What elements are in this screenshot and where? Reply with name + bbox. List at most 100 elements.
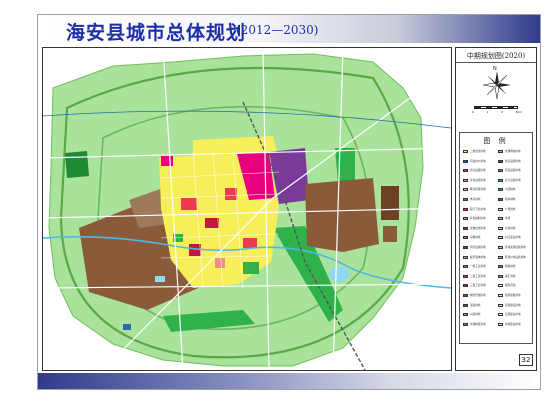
legend-label: 中期建设用地 (505, 322, 521, 326)
legend-swatch (498, 178, 503, 182)
legend: 图 例 二类居住用地 行政办公用地商业设施用地文化设施用地 教育科研用地 体育用地医疗… (459, 132, 533, 344)
legend-swatch (463, 198, 468, 201)
legend-item: 中期建设用地 (498, 322, 521, 327)
legend-swatch (463, 178, 468, 182)
legend-item: 铁路用地 (463, 303, 480, 308)
legend-label: 体育用地 (470, 198, 481, 201)
legend-item: 规划范围 (498, 283, 515, 288)
legend-label: 区域公用设施用地 (505, 255, 526, 259)
legend-label: 交通枢纽用地 (470, 322, 486, 326)
legend-item: 一类工业用地 (463, 264, 486, 269)
scale-label: 2 (500, 110, 503, 114)
legend-item: 三类工业用地 (463, 283, 486, 288)
legend-swatch (463, 150, 468, 153)
administrative-block (161, 156, 173, 166)
north-label: N (493, 66, 497, 72)
legend-label: 医疗卫生用地 (470, 207, 486, 211)
legend-label: 宗教用地 (470, 236, 481, 240)
legend-label: 社会福利用地 (470, 217, 486, 221)
legend-label: 二类居住用地 (470, 150, 486, 153)
legend-swatch (463, 207, 468, 211)
legend-swatch (463, 284, 468, 288)
legend-swatch (498, 303, 503, 307)
legend-item: 商业设施用地 (463, 168, 486, 173)
legend-label: 文化设施用地 (470, 178, 486, 182)
legend-item: 社会福利用地 (463, 216, 486, 221)
legend-label: 采矿用地 (505, 274, 516, 278)
legend-swatch (463, 246, 468, 249)
legend-item: 二类工业用地 (463, 274, 486, 279)
bottom-band (38, 373, 540, 389)
legend-label: 商务设施用地 (470, 246, 486, 249)
industrial-east-block (381, 186, 399, 220)
legend-title: 图 例 (483, 137, 509, 145)
legend-swatch (463, 169, 468, 173)
legend-item: 安全设施用地 (498, 178, 521, 183)
legend-label: 公园绿地 (505, 188, 516, 192)
legend-label: 规划范围 (505, 284, 516, 288)
legend-item: 现状保留用地 (498, 293, 521, 298)
legend-label: 村庄建设用地 (505, 236, 521, 240)
map-title: 海安县城市总体规划 (66, 22, 247, 44)
legend-item: 宗教用地 (463, 235, 480, 240)
legend-swatch (498, 188, 503, 192)
legend-item: 环境设施用地 (498, 168, 521, 173)
commercial-block (181, 198, 197, 210)
legend-label: 行政办公用地 (470, 159, 486, 163)
legend-swatch (463, 226, 468, 230)
legend-swatch (498, 226, 503, 230)
legend-item: 交通场站用地 (498, 149, 521, 154)
legend-swatch (498, 169, 503, 173)
legend-label: 文物古迹用地 (470, 226, 486, 230)
legend-label: 远期建设用地 (505, 313, 521, 317)
legend-label: 一类工业用地 (470, 265, 486, 269)
legend-item: 广场用地 (498, 207, 515, 212)
legend-swatch (498, 198, 503, 201)
park (243, 262, 259, 274)
legend-item: 水域 (498, 216, 510, 221)
map-sheet: 海安县城市总体规划 (2012—2030) 中期规划图(2020) N 0 1 … (37, 14, 541, 390)
industrial-east (305, 178, 379, 252)
legend-label: 农林用地 (505, 226, 516, 230)
commercial-block (243, 238, 257, 248)
legend-item: 防护绿地 (498, 197, 515, 202)
legend-item: 村庄建设用地 (498, 235, 521, 240)
industrial-east-block (383, 226, 397, 242)
legend-item: 供应设施用地 (498, 159, 521, 164)
legend-item: 公路用地 (463, 312, 480, 317)
scale-label: 1 (486, 110, 489, 114)
legend-grid: 二类居住用地 行政办公用地商业设施用地文化设施用地 教育科研用地 体育用地医疗卫生用地… (463, 149, 531, 339)
legend-item: 文物古迹用地 (463, 226, 486, 231)
legend-item: 物流仓储用地 (463, 293, 486, 298)
legend-swatch (498, 159, 503, 163)
legend-swatch (498, 294, 503, 297)
legend-item: 教育科研用地 (463, 187, 486, 192)
legend-label: 区域交通设施用地 (505, 246, 526, 249)
legend-item: 公园绿地 (498, 187, 515, 192)
legend-swatch (498, 274, 503, 278)
legend-swatch (463, 322, 468, 326)
legend-swatch (498, 236, 503, 240)
legend-item: 区域交通设施用地 (498, 245, 526, 250)
legend-item: 商务设施用地 (463, 245, 486, 250)
legend-swatch (463, 294, 468, 297)
legend-item: 特殊用地 (498, 264, 515, 269)
legend-swatch (463, 313, 468, 317)
legend-swatch (463, 217, 468, 221)
legend-swatch (498, 322, 503, 326)
legend-label: 三类工业用地 (470, 284, 486, 288)
legend-item: 近期建设用地 (498, 303, 521, 308)
legend-label: 公路用地 (470, 313, 481, 317)
legend-label: 教育科研用地 (470, 188, 486, 192)
map-viewport[interactable] (42, 47, 452, 371)
commercial-block (215, 258, 225, 268)
scale-label: 0 (472, 110, 474, 114)
legend-swatch (463, 236, 468, 240)
scale-bar (474, 106, 518, 109)
legend-swatch (463, 303, 468, 307)
legend-swatch (463, 265, 468, 269)
legend-label: 娱乐康体用地 (470, 255, 486, 259)
legend-item: 医疗卫生用地 (463, 207, 486, 212)
legend-swatch (463, 255, 468, 259)
utility-site (123, 324, 131, 330)
